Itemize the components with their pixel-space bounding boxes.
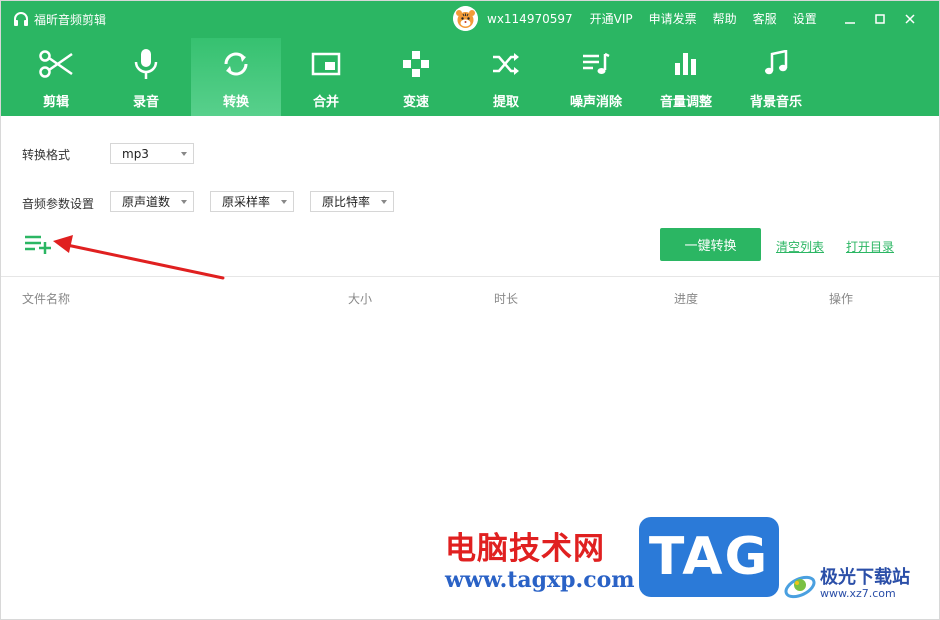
channels-select[interactable]: 原声道数 <box>110 191 194 212</box>
settings-link[interactable]: 设置 <box>793 10 817 27</box>
app-window: 福昕音频剪辑 wx114970597 开通VIP 申请发票 帮助 客服 设置 剪… <box>0 0 940 620</box>
microphone-icon <box>134 49 158 79</box>
tool-label: 变速 <box>402 95 429 110</box>
help-link[interactable]: 帮助 <box>713 10 737 27</box>
tool-label: 合并 <box>312 95 339 110</box>
tool-label: 转换 <box>222 95 249 110</box>
column-header-size: 大小 <box>348 292 373 306</box>
column-header-duration: 时长 <box>494 292 519 306</box>
tool-label: 背景音乐 <box>749 95 802 110</box>
audio-params-label: 音频参数设置 <box>22 197 95 211</box>
clear-list-link[interactable]: 清空列表 <box>776 238 824 255</box>
merge-icon <box>311 52 341 76</box>
open-directory-link[interactable]: 打开目录 <box>846 238 894 255</box>
chevron-down-icon <box>181 200 187 204</box>
chevron-down-icon <box>381 200 387 204</box>
watermark-tag-badge: TAG <box>639 517 779 597</box>
app-title: 福昕音频剪辑 <box>34 12 107 27</box>
chevron-down-icon <box>181 152 187 156</box>
customer-service-link[interactable]: 客服 <box>753 10 777 27</box>
watermark-cn-text: 电脑技术网 <box>445 531 605 567</box>
tool-record[interactable]: 录音 <box>101 38 191 116</box>
app-title-area: 福昕音频剪辑 <box>13 10 106 28</box>
volume-bars-icon <box>675 53 696 75</box>
tiger-avatar-icon <box>453 6 478 31</box>
tool-cut[interactable]: 剪辑 <box>11 38 101 116</box>
maximize-button[interactable] <box>865 10 895 28</box>
tool-speed[interactable]: 变速 <box>371 38 461 116</box>
vip-link[interactable]: 开通VIP <box>590 10 633 27</box>
noise-reduction-icon <box>583 52 610 74</box>
window-controls <box>835 10 925 28</box>
tool-background-music[interactable]: 背景音乐 <box>731 38 821 116</box>
user-area: wx114970597 开通VIP 申请发票 帮助 客服 设置 <box>453 6 833 31</box>
samplerate-select[interactable]: 原采样率 <box>210 191 294 212</box>
tool-volume[interactable]: 音量调整 <box>641 38 731 116</box>
tool-label: 录音 <box>132 95 159 110</box>
aurora-logo-icon <box>784 575 816 599</box>
username[interactable]: wx114970597 <box>487 12 573 26</box>
samplerate-select-value: 原采样率 <box>222 195 271 209</box>
invoice-link[interactable]: 申请发票 <box>649 10 697 27</box>
minimize-icon <box>845 22 855 24</box>
divider <box>1 276 939 277</box>
music-note-icon <box>765 50 788 75</box>
scissors-icon <box>39 50 73 78</box>
header-bar: 福昕音频剪辑 wx114970597 开通VIP 申请发票 帮助 客服 设置 剪… <box>1 1 939 116</box>
tool-label: 音量调整 <box>659 95 712 110</box>
add-list-icon <box>25 235 51 254</box>
tool-merge[interactable]: 合并 <box>281 38 371 116</box>
column-header-filename: 文件名称 <box>22 292 71 306</box>
channels-select-value: 原声道数 <box>122 195 171 209</box>
add-files-button[interactable] <box>23 233 53 255</box>
close-icon <box>905 14 915 24</box>
watermark-jg-logo: 极光下载站 www.xz7.com <box>783 567 910 601</box>
convert-icon <box>224 52 248 76</box>
column-header-actions: 操作 <box>829 292 854 306</box>
format-select[interactable]: mp3 <box>110 143 194 164</box>
maximize-icon <box>875 14 885 24</box>
watermark-jg-cn: 极光下载站 <box>820 567 910 588</box>
watermark-jg-url: www.xz7.com <box>820 587 896 600</box>
close-button[interactable] <box>895 10 925 28</box>
arrow-head <box>53 235 73 253</box>
bitrate-select-value: 原比特率 <box>322 195 371 209</box>
speed-icon <box>403 51 429 77</box>
format-select-value: mp3 <box>122 146 149 161</box>
tool-convert[interactable]: 转换 <box>191 38 281 116</box>
tool-label: 提取 <box>492 95 519 110</box>
chevron-down-icon <box>281 200 287 204</box>
column-header-progress: 进度 <box>674 292 699 306</box>
minimize-button[interactable] <box>835 10 865 28</box>
tool-label: 剪辑 <box>42 95 69 110</box>
shuffle-icon <box>493 53 519 75</box>
tool-label: 噪声消除 <box>569 95 622 110</box>
avatar[interactable] <box>453 6 478 31</box>
headphones-logo-icon <box>14 12 28 26</box>
tool-extract[interactable]: 提取 <box>461 38 551 116</box>
watermark-url-text: www.tagxp.com <box>445 567 635 593</box>
bitrate-select[interactable]: 原比特率 <box>310 191 394 212</box>
format-label: 转换格式 <box>22 148 71 162</box>
one-click-convert-button[interactable]: 一键转换 <box>660 228 761 261</box>
tool-noise-reduction[interactable]: 噪声消除 <box>551 38 641 116</box>
function-toolbar: 剪辑 录音 转换 合并 变速 提取 噪声消除 音量调整 背景音乐 <box>11 38 821 116</box>
